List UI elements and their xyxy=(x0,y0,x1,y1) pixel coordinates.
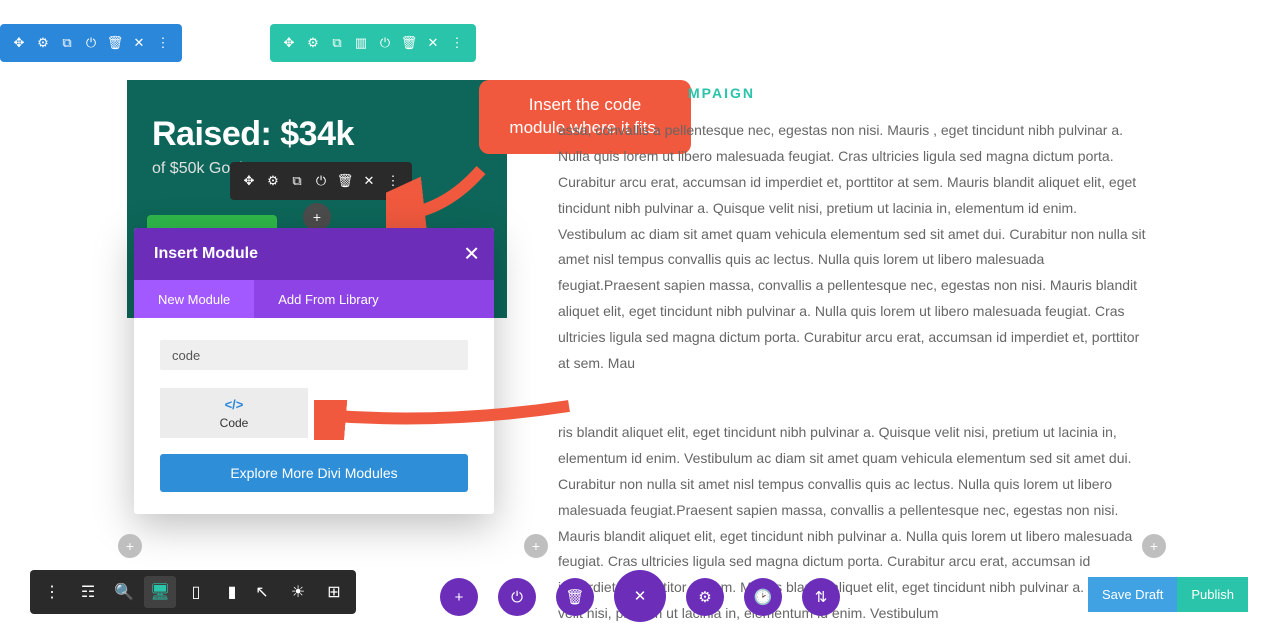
body-text-1: assa, convallis a pellentesque nec, eges… xyxy=(558,118,1148,377)
explore-modules-button[interactable]: Explore More Divi Modules xyxy=(160,454,468,492)
sort-button[interactable]: ⇅ xyxy=(802,578,840,616)
module-toolbar-dark[interactable]: ✥ ⚙ ⧉ ⏻ 🗑 ✕ ⋮ xyxy=(230,162,412,200)
settings-button[interactable]: ⚙ xyxy=(686,578,724,616)
power-button[interactable]: ⏻ xyxy=(498,578,536,616)
duplicate-icon[interactable]: ⧉ xyxy=(55,31,79,55)
duplicate-icon[interactable]: ⧉ xyxy=(285,169,309,193)
publish-button[interactable]: Publish xyxy=(1177,577,1248,612)
main-close-button[interactable]: ✕ xyxy=(614,570,666,622)
trash-icon[interactable]: 🗑 xyxy=(333,169,357,193)
hover-icon[interactable]: ☀ xyxy=(282,576,314,608)
tools-toolbar[interactable]: ↖ ☀ ⊞ xyxy=(240,570,356,614)
power-icon[interactable]: ⏻ xyxy=(309,169,333,193)
grid-icon[interactable]: ⊞ xyxy=(318,576,350,608)
gear-icon[interactable]: ⚙ xyxy=(301,31,325,55)
close-icon[interactable]: ✕ xyxy=(357,169,381,193)
gear-icon[interactable]: ⚙ xyxy=(261,169,285,193)
wireframe-icon[interactable]: ☶ xyxy=(72,576,104,608)
tile-arrow xyxy=(314,400,574,440)
add-section-right[interactable]: + xyxy=(1142,534,1166,558)
close-icon[interactable]: ✕ xyxy=(463,242,480,267)
move-icon[interactable]: ✥ xyxy=(237,169,261,193)
callout-arrow xyxy=(386,160,486,230)
view-toolbar[interactable]: ⋮ ☶ 🔍 🖥 ▯ ▮ xyxy=(30,570,254,614)
campaign-heading-partial: MPAIGN xyxy=(688,85,755,101)
row-toolbar-teal[interactable]: ✥ ⚙ ⧉ ▥ ⏻ 🗑 ✕ ⋮ xyxy=(270,24,476,62)
more-icon[interactable]: ⋮ xyxy=(36,576,68,608)
section-toolbar-blue[interactable]: ✥ ⚙ ⧉ ⏻ 🗑 ✕ ⋮ xyxy=(0,24,182,62)
power-icon[interactable]: ⏻ xyxy=(373,31,397,55)
publish-buttons: Save Draft Publish xyxy=(1088,577,1248,612)
add-section-middle[interactable]: + xyxy=(524,534,548,558)
zoom-icon[interactable]: 🔍 xyxy=(108,576,140,608)
trash-button[interactable]: 🗑 xyxy=(556,578,594,616)
tablet-icon[interactable]: ▯ xyxy=(180,576,212,608)
add-button[interactable]: + xyxy=(440,578,478,616)
modal-header: Insert Module ✕ xyxy=(134,228,494,280)
module-label: Code xyxy=(220,416,249,430)
callout-line1: Insert the code xyxy=(529,95,641,114)
click-icon[interactable]: ↖ xyxy=(246,576,278,608)
add-section-left[interactable]: + xyxy=(118,534,142,558)
save-draft-button[interactable]: Save Draft xyxy=(1088,577,1177,612)
add-module-button[interactable]: + xyxy=(303,203,331,231)
modal-title: Insert Module xyxy=(154,245,258,263)
move-icon[interactable]: ✥ xyxy=(7,31,31,55)
insert-module-modal: Insert Module ✕ New Module Add From Libr… xyxy=(134,228,494,514)
power-icon[interactable]: ⏻ xyxy=(79,31,103,55)
more-icon[interactable]: ⋮ xyxy=(445,31,469,55)
code-module-tile[interactable]: </> Code xyxy=(160,388,308,438)
close-icon[interactable]: ✕ xyxy=(421,31,445,55)
desktop-icon[interactable]: 🖥 xyxy=(144,576,176,608)
move-icon[interactable]: ✥ xyxy=(277,31,301,55)
duplicate-icon[interactable]: ⧉ xyxy=(325,31,349,55)
more-icon[interactable]: ⋮ xyxy=(151,31,175,55)
module-search-input[interactable] xyxy=(160,340,468,370)
trash-icon[interactable]: 🗑 xyxy=(397,31,421,55)
raised-title: Raised: $34k xyxy=(152,115,482,154)
history-button[interactable]: 🕑 xyxy=(744,578,782,616)
trash-icon[interactable]: 🗑 xyxy=(103,31,127,55)
gear-icon[interactable]: ⚙ xyxy=(31,31,55,55)
columns-icon[interactable]: ▥ xyxy=(349,31,373,55)
close-icon[interactable]: ✕ xyxy=(127,31,151,55)
code-icon: </> xyxy=(225,397,244,412)
tab-add-from-library[interactable]: Add From Library xyxy=(254,280,402,318)
modal-tabs: New Module Add From Library xyxy=(134,280,494,318)
tab-new-module[interactable]: New Module xyxy=(134,280,254,318)
